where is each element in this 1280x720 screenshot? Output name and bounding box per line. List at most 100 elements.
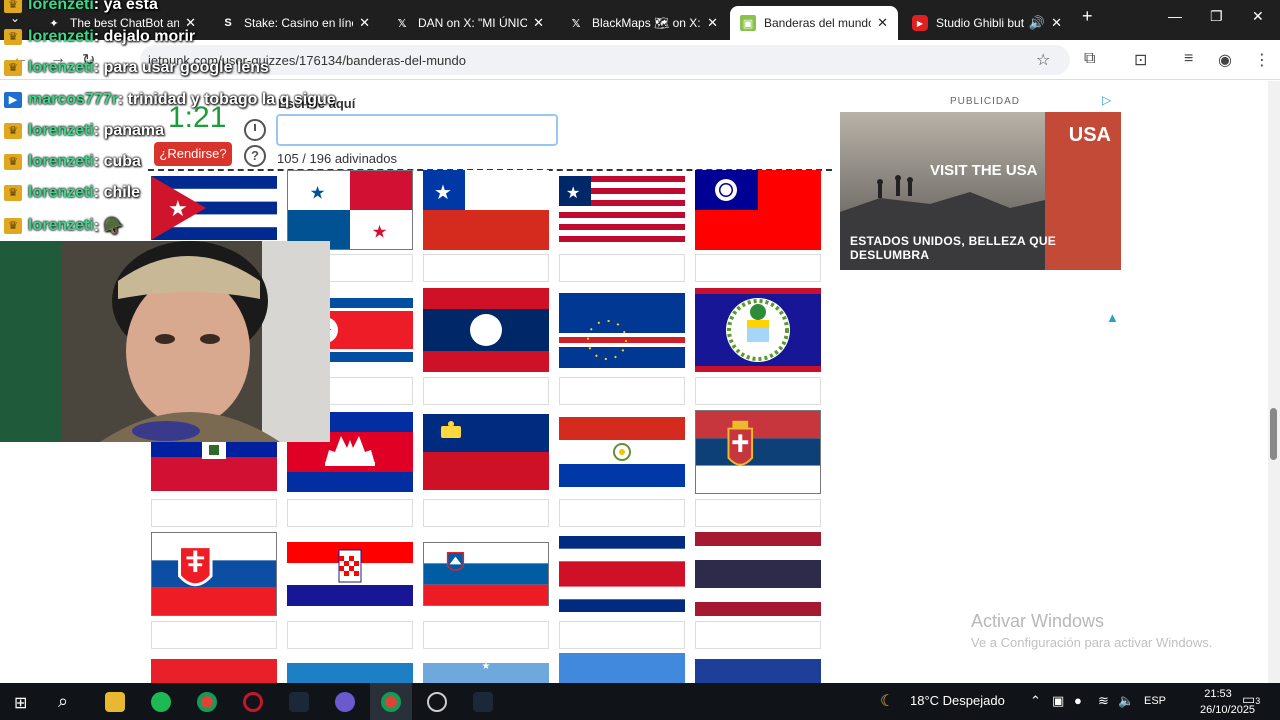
windows-start-icon[interactable]: ⊞ — [14, 693, 27, 713]
chat-message: ♛ lorenzeti: chile — [4, 184, 140, 202]
webcam-image — [0, 241, 330, 442]
speaker-icon[interactable]: 🔊 — [1029, 15, 1045, 31]
crown-badge-icon: ♛ — [4, 185, 22, 201]
chat-message: ♛ lorenzeti: para usar google lens — [4, 59, 269, 77]
notification-icon[interactable]: ▭3 — [1242, 691, 1260, 708]
minimize-button[interactable]: — — [1168, 8, 1182, 24]
file-explorer-icon[interactable] — [105, 692, 125, 712]
activation-watermark-subtitle: Ve a Configuración para activar Windows. — [971, 635, 1213, 650]
close-icon[interactable]: ✕ — [877, 15, 888, 31]
verified-badge-icon: ▶ — [4, 92, 22, 108]
chrome-icon[interactable] — [197, 692, 217, 712]
language-indicator[interactable]: ESP — [1144, 695, 1166, 707]
steam-icon[interactable] — [289, 692, 309, 712]
taskbar-clock[interactable]: 21:53 26/10/2025 — [1200, 686, 1256, 718]
profile-avatar-icon[interactable]: ◉ — [1218, 50, 1232, 70]
answer-slot — [559, 377, 685, 405]
page-scrollbar[interactable] — [1268, 81, 1280, 683]
answer-slot — [151, 499, 277, 527]
adchoices-icon[interactable]: ▷ — [1102, 93, 1111, 107]
flag-costa-rica — [559, 536, 685, 612]
spotify-icon[interactable] — [151, 692, 171, 712]
microphone-icon[interactable]: ● — [1074, 693, 1082, 708]
answer-slot — [423, 499, 549, 527]
flag-paraguay — [559, 417, 685, 487]
flag-partial — [695, 659, 821, 683]
svg-text:★: ★ — [434, 182, 452, 204]
chat-message: ♛ lorenzeti: 🪖 — [4, 216, 124, 236]
flag-thailand — [695, 532, 821, 616]
flag-slovakia — [151, 532, 277, 616]
x-icon: 𝕏 — [571, 17, 581, 30]
scrollbar-thumb[interactable] — [1270, 408, 1277, 460]
chat-message: ♛ lorenzeti: cuba — [4, 153, 141, 171]
flag-croatia — [287, 542, 413, 606]
menu-kebab-icon[interactable]: ⋮ — [1254, 50, 1270, 70]
flag-chile: ★ — [423, 170, 549, 250]
discord-icon[interactable] — [335, 692, 355, 712]
search-icon[interactable]: ⌕ — [58, 691, 68, 712]
chat-message: ♛ lorenzeti: ya esta — [4, 0, 158, 14]
flag-slovenia — [423, 542, 549, 606]
answer-slot — [695, 499, 821, 527]
flag-partial — [559, 653, 685, 683]
bookmark-star-icon[interactable]: ☆ — [1036, 50, 1050, 70]
clock-date: 26/10/2025 — [1200, 704, 1256, 716]
clock-time: 21:53 — [1204, 688, 1232, 700]
obs-icon[interactable] — [427, 692, 447, 712]
flag-cape-verde — [559, 293, 685, 368]
weather-text[interactable]: 18°C Despejado — [910, 693, 1005, 708]
close-icon[interactable]: ✕ — [707, 15, 718, 31]
ad-inner-logo: VISIT THE USA — [930, 162, 1038, 179]
new-tab-button[interactable]: + — [1082, 6, 1093, 27]
ad-brand: USA — [1068, 124, 1111, 146]
webcam-overlay — [0, 241, 330, 442]
close-window-button[interactable]: ✕ — [1252, 8, 1264, 25]
activation-watermark-title: Activar Windows — [971, 611, 1105, 631]
advertisement-banner[interactable]: VISIT THE USA USA ESTADOS UNIDOS, BELLEZ… — [840, 112, 1121, 270]
flag-partial — [151, 659, 277, 683]
answer-slot — [423, 254, 549, 282]
close-icon[interactable]: ✕ — [1051, 15, 1062, 31]
flag-taiwan — [695, 170, 821, 250]
extensions-icon[interactable]: ⧉ — [1084, 50, 1095, 68]
flag-laos — [423, 288, 549, 372]
wifi-icon[interactable]: ≋ — [1098, 693, 1109, 709]
answer-slot — [559, 621, 685, 649]
crown-badge-icon: ♛ — [4, 154, 22, 170]
warning-icon[interactable]: ▲ — [1106, 310, 1119, 325]
youtube-icon: ▶ — [912, 15, 928, 31]
ad-caption: ESTADOS UNIDOS, BELLEZA QUE DESLUMBRA — [850, 234, 1057, 262]
chrome-active-icon[interactable] — [381, 692, 401, 712]
crown-badge-icon: ♛ — [4, 29, 22, 45]
maximize-button[interactable]: ❐ — [1210, 8, 1223, 25]
tab-x-dan[interactable]: 𝕏 DAN on X: "MI ÚNICO ✕ — [384, 6, 554, 40]
tray-chevron-icon[interactable]: ⌃ — [1030, 693, 1041, 709]
tab-x-blackmaps[interactable]: 𝕏 BlackMaps 🗺 on X: ✕ — [558, 6, 728, 40]
answer-slot — [423, 621, 549, 649]
crown-badge-icon: ♛ — [4, 0, 22, 13]
tab-youtube[interactable]: ▶ Studio Ghibli but 🔊 ✕ — [902, 6, 1072, 40]
flag-serbia — [695, 410, 821, 494]
ad-label: PUBLICIDAD — [950, 96, 1021, 107]
opera-icon[interactable] — [243, 692, 263, 712]
jetpunk-icon: ▣ — [740, 15, 756, 31]
crown-badge-icon: ♛ — [4, 60, 22, 76]
notification-count: 3 — [1255, 696, 1261, 706]
close-icon[interactable]: ✕ — [533, 15, 544, 31]
flag-partial — [287, 663, 413, 683]
flag-partial: ★ — [423, 663, 549, 683]
windows-taskbar: ⊞ ⌕ ☾ 18°C Despejado ⌃ ▣ ● ≋ 🔈 ESP 21:53… — [0, 683, 1280, 720]
steam-client-icon[interactable] — [473, 692, 493, 712]
answer-slot — [695, 621, 821, 649]
media-control-icon[interactable]: ≡ — [1184, 50, 1193, 68]
tab-banderas[interactable]: ▣ Banderas del mundo ✕ — [730, 6, 898, 40]
answer-slot — [287, 621, 413, 649]
answer-slot — [695, 254, 821, 282]
volume-icon[interactable]: 🔈 — [1118, 693, 1134, 709]
answer-slot — [695, 377, 821, 405]
moon-weather-icon: ☾ — [880, 693, 895, 710]
flag-belize — [695, 288, 821, 372]
tray-app-icon[interactable]: ▣ — [1052, 693, 1064, 709]
screenshot-icon[interactable]: ⊡ — [1134, 50, 1147, 70]
